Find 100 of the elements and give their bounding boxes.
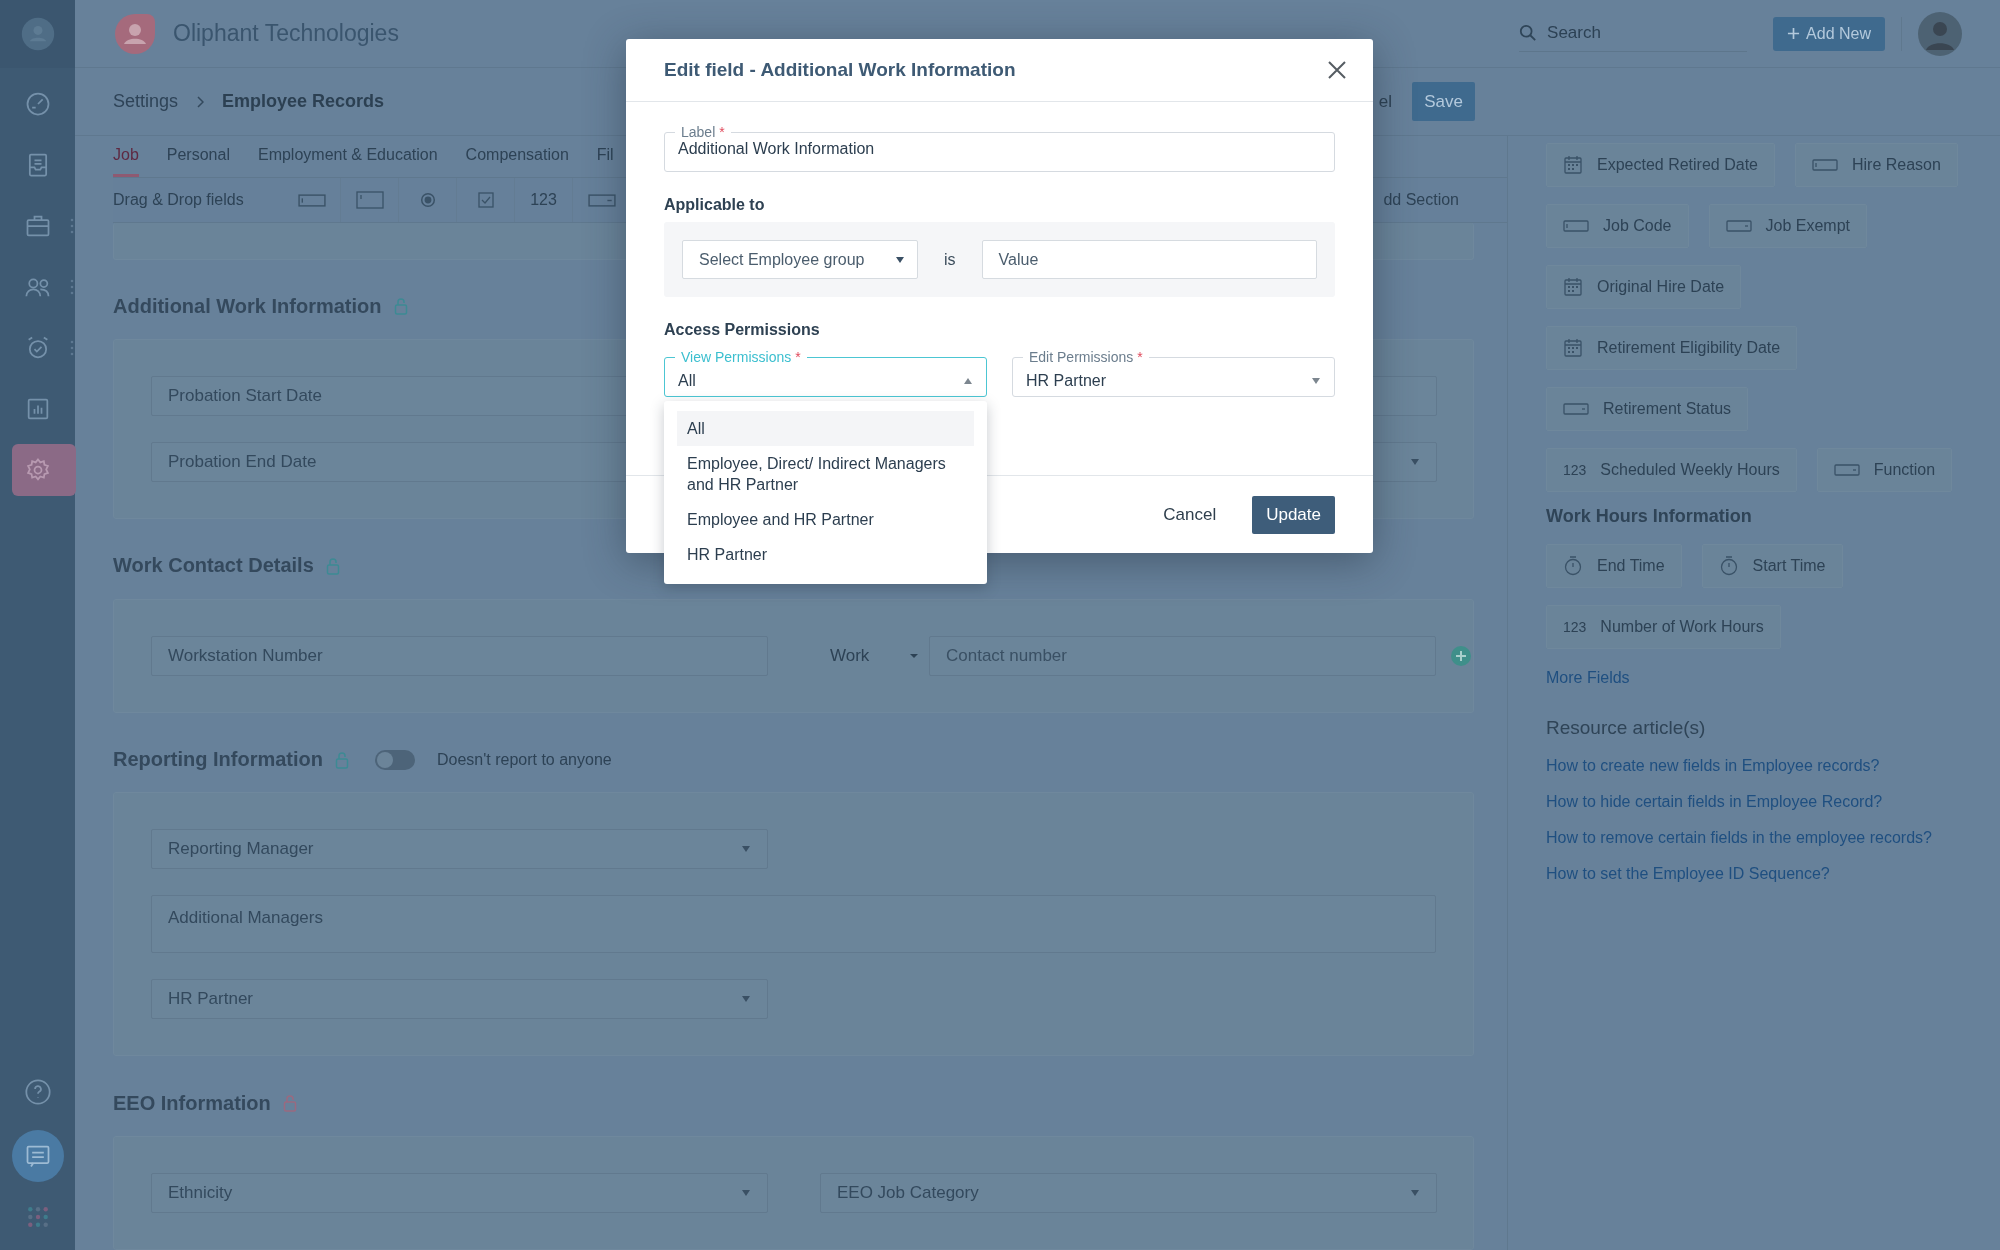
company-logo[interactable] (113, 11, 157, 56)
tab[interactable]: Compensation (465, 146, 569, 177)
number-icon: 123 (1563, 462, 1587, 478)
help-icon[interactable] (23, 1078, 52, 1106)
dropdown-tool[interactable] (587, 193, 616, 207)
section-title: Additional Work Information (113, 294, 382, 318)
permissions-dropdown[interactable]: Edit Permissions * HR Partner (1012, 349, 1335, 397)
logo-icon[interactable] (19, 16, 56, 52)
toolbar-label: Drag & Drop fields (113, 191, 245, 209)
article-link[interactable]: How to set the Employee ID Sequence? (1546, 865, 1830, 883)
text-field-icon (1812, 159, 1838, 171)
field-chip[interactable]: Start Time (1701, 544, 1843, 588)
breadcrumb-link[interactable]: Settings (113, 91, 179, 112)
user-avatar[interactable] (1918, 11, 1962, 56)
field-chip[interactable]: 123 Scheduled Weekly Hours (1546, 448, 1797, 492)
phone-type-dropdown[interactable]: Work (820, 635, 929, 676)
menu-option[interactable]: Employee and HR Partner (677, 502, 974, 537)
caret-icon (741, 995, 751, 1004)
text-field-tool[interactable] (297, 193, 326, 207)
operator-text: is (944, 250, 956, 269)
caret-icon (1410, 1189, 1420, 1197)
add-section-link[interactable]: dd Section (1383, 191, 1507, 209)
more-dots-icon[interactable] (69, 218, 74, 234)
close-icon[interactable] (1327, 60, 1347, 80)
toggle-label: Doesn't report to anyone (437, 750, 612, 769)
article-link[interactable]: How to remove certain fields in the employee records? (1546, 829, 1932, 847)
employee-group-dropdown[interactable]: Select Employee group (682, 240, 918, 279)
caret-icon (909, 652, 919, 659)
more-dots-icon[interactable] (69, 340, 74, 356)
save-button[interactable]: Save (1412, 82, 1475, 121)
section-title: Reporting Information (113, 748, 323, 772)
dropdown-field[interactable]: Reporting Manager (151, 829, 768, 870)
menu-option[interactable]: All (677, 411, 974, 446)
dropdown-field[interactable]: Ethnicity (151, 1173, 768, 1213)
article-link[interactable]: How to create new fields in Employee records? (1546, 757, 1880, 775)
field-chip[interactable]: Expected Retired Date (1546, 143, 1775, 187)
section-title: EEO Information (113, 1091, 271, 1115)
section-heading: Access Permissions (664, 321, 821, 339)
cancel-button[interactable]: Cancel (1157, 503, 1223, 526)
timer-icon (1563, 556, 1583, 576)
text-area[interactable]: Additional Managers (151, 895, 1436, 954)
calendar-icon (1563, 338, 1583, 358)
article-link[interactable]: How to hide certain fields in Employee Record? (1546, 793, 1883, 811)
apps-grid-icon[interactable] (26, 1206, 49, 1228)
checkbox-tool[interactable] (477, 192, 494, 208)
breadcrumb-current: Employee Records (222, 91, 385, 112)
plus-icon (1787, 27, 1801, 40)
more-dots-icon[interactable] (69, 279, 74, 295)
caret-icon (963, 376, 973, 385)
caret-icon (1410, 458, 1420, 467)
number-icon: 123 (1563, 619, 1587, 635)
field-chip[interactable]: Job Code (1546, 204, 1689, 248)
caret-icon (741, 1189, 751, 1197)
field-chip[interactable]: Retirement Status (1546, 387, 1749, 431)
toggle-switch[interactable] (375, 749, 415, 770)
dropdown-field[interactable]: EEO Job Category (820, 1173, 1437, 1213)
dropdown-field[interactable]: HR Partner (151, 979, 768, 1020)
search-icon (1519, 24, 1538, 42)
more-fields-link[interactable]: More Fields (1546, 669, 1630, 687)
radio-tool[interactable] (419, 192, 436, 208)
text-area-tool[interactable] (355, 191, 384, 209)
update-button[interactable]: Update (1252, 495, 1335, 534)
field-chip[interactable]: 123 Number of Work Hours (1546, 605, 1781, 649)
section-title: Work Contact Details (113, 554, 314, 578)
caret-icon (895, 255, 905, 264)
value-field[interactable]: Value (981, 240, 1317, 279)
dialog-title: Edit field - Additional Work Information (664, 59, 1017, 81)
chat-button[interactable] (11, 1130, 64, 1182)
field-chip[interactable]: Retirement Eligibility Date (1546, 326, 1798, 370)
panel-heading: Resource article(s) (1546, 717, 1706, 739)
menu-option[interactable]: HR Partner (677, 537, 974, 572)
sidebar-item[interactable] (11, 444, 76, 496)
dropdown-field-icon (1833, 464, 1860, 476)
dropdown-field-icon (1563, 403, 1589, 415)
chevron-right-icon (196, 95, 205, 108)
lock-icon[interactable] (282, 1094, 297, 1113)
caret-icon (1311, 376, 1321, 385)
tab[interactable]: Fil (596, 146, 614, 177)
search-field[interactable]: Search (1545, 22, 1730, 44)
number-tool[interactable]: 123 (530, 191, 557, 209)
field-chip[interactable]: Function (1816, 448, 1953, 492)
cancel-link[interactable]: el (1378, 91, 1392, 112)
field-chip[interactable]: Hire Reason (1795, 143, 1958, 187)
field-chip[interactable]: Original Hire Date (1546, 265, 1742, 309)
section-heading: Applicable to (664, 196, 766, 214)
add-new-button[interactable]: Add New (1773, 16, 1885, 51)
panel-heading: Work Hours Information (1546, 506, 1752, 527)
calendar-icon (1563, 277, 1583, 297)
permissions-dropdown[interactable]: View Permissions * All (664, 349, 987, 397)
label-input[interactable]: Label * Additional Work Information (664, 124, 1335, 172)
caret-icon (741, 845, 751, 854)
field-chip[interactable]: End Time (1546, 544, 1682, 588)
add-icon[interactable] (1451, 645, 1471, 666)
tab[interactable]: Personal (166, 146, 230, 177)
calendar-icon (1563, 155, 1583, 175)
text-field[interactable]: Workstation Number (151, 635, 768, 676)
field-chip[interactable]: Job Exempt (1708, 204, 1867, 248)
timer-icon (1718, 556, 1739, 576)
dropdown-field-icon (1725, 220, 1752, 232)
tab[interactable]: Employment & Education (257, 146, 438, 177)
